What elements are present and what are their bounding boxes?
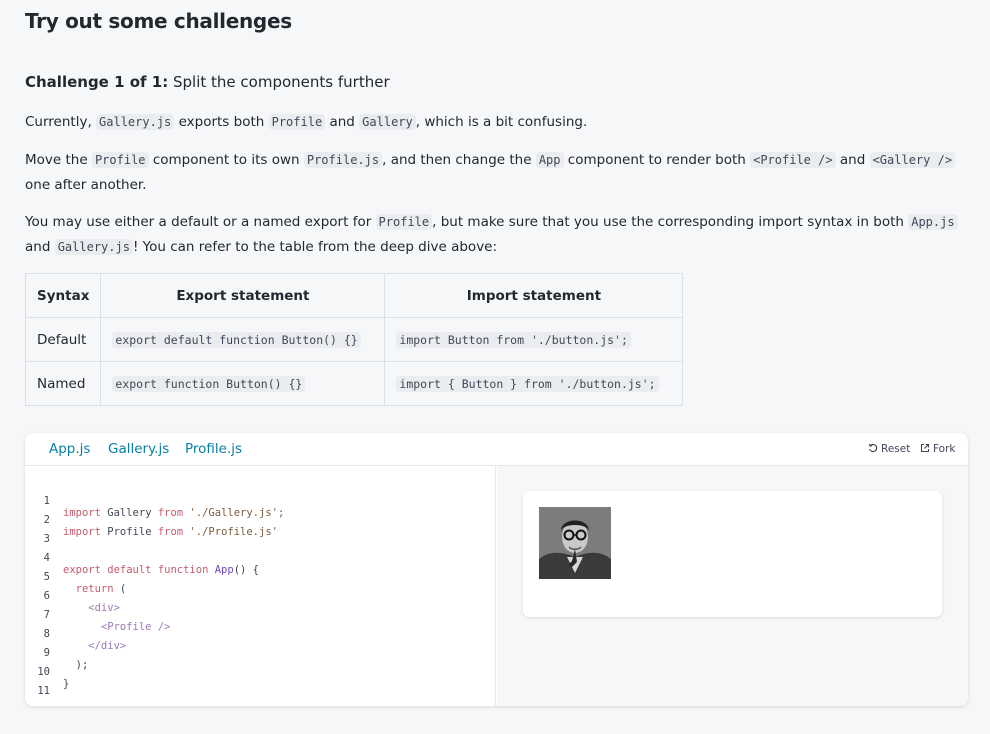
inline-code: Gallery.js <box>54 239 133 255</box>
code-line: 10 } <box>25 654 76 690</box>
inline-code: Gallery.js <box>96 114 175 130</box>
code-content: import Profile from './Profile.js' <box>63 526 278 538</box>
table-header: Syntax <box>24 273 102 318</box>
code-editor[interactable]: 1 import Gallery from './Gallery.js'; 2 … <box>25 466 496 706</box>
text: , and then change the <box>382 152 536 168</box>
text: You may use either a default or a named … <box>25 214 376 230</box>
inline-code: App.js <box>908 214 958 230</box>
string: './Gallery.js'; <box>183 507 285 519</box>
keyword: from <box>157 526 184 538</box>
fork-button[interactable]: Fork <box>920 443 956 455</box>
reset-button[interactable]: Reset <box>868 443 910 455</box>
text: and <box>325 114 360 130</box>
text: one after another. <box>25 177 147 193</box>
preview-card <box>523 491 942 617</box>
table-header-row: Syntax Export statement Import statement <box>24 273 684 318</box>
page-heading: Try out some challenges <box>25 9 292 33</box>
punctuation: ( <box>113 583 127 595</box>
syntax-table: Syntax Export statement Import statement… <box>24 273 684 406</box>
code-line: 8 </div> <box>25 616 127 652</box>
file-tabs: App.js Gallery.js Profile.js Reset Fork <box>25 433 968 466</box>
text: ! You can refer to the table from the de… <box>132 239 498 255</box>
paragraph-1: Currently, Gallery.js exports both Profi… <box>25 110 965 135</box>
table-cell: import { Button } from './button.js'; <box>384 361 684 406</box>
inline-code: import { Button } from './button.js'; <box>396 375 659 392</box>
line-number: 11 <box>37 685 50 697</box>
text: , which is a bit confusing. <box>415 114 588 130</box>
code-line: 2 import Profile from './Profile.js' <box>25 502 278 538</box>
table-cell: import Button from './button.js'; <box>384 317 684 362</box>
function-name: App <box>208 564 234 576</box>
tab-app-js[interactable]: App.js <box>49 441 90 457</box>
code-sandbox: App.js Gallery.js Profile.js Reset Fork … <box>25 433 968 706</box>
text: component to its own <box>148 152 304 168</box>
table-cell: Named <box>24 361 102 406</box>
reset-label: Reset <box>881 443 911 455</box>
inline-code: <Gallery /> <box>869 152 956 168</box>
code-line: 9 ); <box>25 635 89 671</box>
table-cell: export function Button() {} <box>100 361 386 406</box>
table-header: Export statement <box>100 273 386 318</box>
inline-code: <Profile /> <box>750 152 836 168</box>
inline-code: Profile.js <box>303 152 383 168</box>
text: exports both <box>174 114 269 130</box>
punctuation: () { <box>233 564 259 576</box>
tab-gallery-js[interactable]: Gallery.js <box>108 441 169 457</box>
identifier: Profile <box>100 526 158 538</box>
reset-icon <box>868 443 878 453</box>
table-cell: export default function Button() {} <box>100 317 386 362</box>
code-line: 5 return ( <box>25 559 127 595</box>
code-line: 1 import Gallery from './Gallery.js'; <box>25 483 285 519</box>
inline-code: Profile <box>91 152 149 168</box>
jsx-tag: <Profile /> <box>63 621 171 633</box>
paragraph-3: You may use either a default or a named … <box>25 210 965 260</box>
code-line: 6 <div> <box>25 578 120 614</box>
table-header: Import statement <box>384 273 684 318</box>
identifier: Gallery <box>100 507 158 519</box>
text: Currently, <box>25 114 97 130</box>
challenge-label: Challenge 1 of 1: <box>25 73 169 91</box>
code-content: import Gallery from './Gallery.js'; <box>63 507 284 519</box>
inline-code: import Button from './button.js'; <box>396 331 631 348</box>
text: Move the <box>25 152 92 168</box>
table-row: Default export default function Button()… <box>24 317 684 362</box>
table-row: Named export function Button() {} import… <box>24 361 684 406</box>
text: and <box>25 239 55 255</box>
keyword: export default function <box>63 564 209 576</box>
preview-pane <box>497 466 968 706</box>
code-line: 7 <Profile /> <box>25 597 171 633</box>
inline-code: export default function Button() {} <box>112 331 361 348</box>
code-line: 3 <box>25 521 76 545</box>
fork-label: Fork <box>933 443 956 455</box>
string: './Profile.js' <box>183 526 278 538</box>
text: and <box>835 152 870 168</box>
text: , but make sure that you use the corresp… <box>432 214 909 230</box>
tab-profile-js[interactable]: Profile.js <box>185 441 242 457</box>
paragraph-2: Move the Profile component to its own Pr… <box>25 148 965 198</box>
challenge-name: Split the components further <box>173 73 390 91</box>
code-line: 11 <box>25 673 76 697</box>
keyword: from <box>157 507 184 519</box>
inline-code: Profile <box>375 214 433 230</box>
code-content: export default function App() { <box>63 564 259 576</box>
text: component to render both <box>563 152 751 168</box>
code-line: 4 export default function App() { <box>25 540 259 576</box>
table-cell: Default <box>24 317 102 362</box>
challenge-title: Challenge 1 of 1: Split the components f… <box>25 73 390 91</box>
profile-photo <box>539 507 611 579</box>
fork-icon <box>920 443 930 453</box>
inline-code: App <box>535 152 564 168</box>
inline-code: Gallery <box>359 114 416 130</box>
inline-code: Profile <box>268 114 326 130</box>
inline-code: export function Button() {} <box>112 375 306 392</box>
